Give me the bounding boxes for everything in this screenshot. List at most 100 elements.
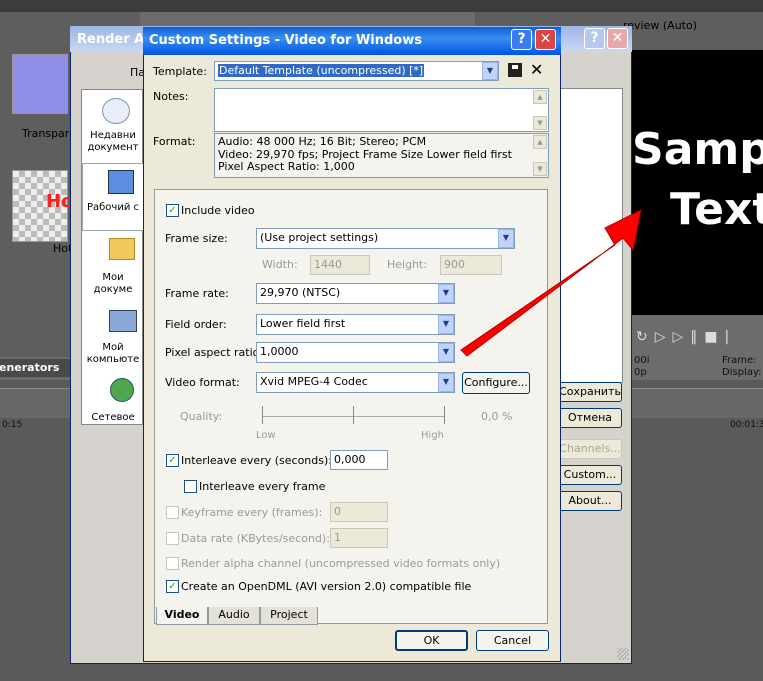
field-order-label: Field order: [165,318,227,331]
format-par-line: Pixel Aspect Ratio: 1,000 [218,160,355,173]
interleave-input[interactable]: 0,000 [330,450,388,470]
chevron-down-icon: ▼ [438,373,454,392]
video-format-label: Video format: [165,376,240,389]
pixel-aspect-label: Pixel aspect ratio: [165,346,264,359]
about-button[interactable]: About... [558,491,622,511]
frame-size-label: Frame size: [165,232,228,245]
quality-tick [353,406,354,424]
width-label: Width: [262,258,298,271]
configure-button[interactable]: Configure... [462,372,530,394]
render-close-button[interactable]: ✕ [607,28,628,49]
frame-rate-label: Frame rate: [165,287,229,300]
place-desktop[interactable]: Рабочий с [82,202,144,214]
include-video-label: Include video [181,204,255,217]
preview-text-line2: Text [670,184,763,235]
ruler-time-left: 0:15 [2,420,23,430]
network-icon [110,378,134,402]
format-label: Format: [153,135,196,148]
width-input[interactable]: 1440 [310,255,370,275]
red-arrow-shape [460,209,642,357]
generator-thumb-hot[interactable]: Ho [12,170,73,242]
video-format-dropdown[interactable]: Xvid MPEG-4 Codec ▼ [256,372,455,393]
chevron-down-icon: ▼ [438,315,454,334]
generator-label-transparent: Transpare [22,127,76,140]
frame-rate-dropdown[interactable]: 29,970 (NTSC) ▼ [256,283,455,304]
quality-low-label: Low [256,430,276,441]
include-video-checkbox[interactable]: ✓ [166,204,179,217]
media-generators-tab[interactable]: enerators [0,359,70,377]
help-button[interactable]: ? [511,29,532,50]
generator-thumb-transparent[interactable] [12,54,68,114]
save-button[interactable]: Сохранить [558,382,622,402]
my-computer-icon [109,310,137,332]
render-alpha-checkbox[interactable] [166,557,179,570]
custom-settings-title: Custom Settings - Video for Windows [149,33,422,48]
tab-audio[interactable]: Audio [208,607,260,625]
keyframe-checkbox[interactable] [166,506,179,519]
data-rate-input[interactable]: 1 [330,528,388,548]
quality-label: Quality: [180,410,223,423]
interleave-frame-label: Interleave every frame [199,480,326,493]
interleave-checkbox[interactable]: ✓ [166,454,179,467]
display-label: Display: [722,367,762,378]
render-alpha-label: Render alpha channel (uncompressed video… [181,557,501,570]
render-help-button[interactable]: ? [584,28,605,49]
transport-controls: ↻▷▷‖■| 00i 0p Frame: Display: [632,315,763,380]
places-bar: Недавни документ Рабочий с Мои докуме Мо… [81,89,146,425]
chevron-down-icon: ▼ [438,343,454,362]
custom-settings-titlebar: Custom Settings - Video for Windows [143,27,561,55]
tab-project[interactable]: Project [260,607,318,625]
transport-icons[interactable]: ↻▷▷‖■| [636,329,736,345]
format-scroll-down-icon[interactable]: ▼ [533,162,547,176]
data-rate-checkbox[interactable] [166,532,179,545]
place-recent[interactable]: Недавни документ [82,130,144,154]
format-info: Audio: 48 000 Hz; 16 Bit; Stereo; PCM Vi… [214,133,549,178]
display-value: 0p [634,367,647,378]
app-toolbar [0,0,763,12]
place-my-documents[interactable]: Мои докуме [82,272,144,296]
place-network[interactable]: Сетевое [82,412,144,424]
close-button[interactable]: ✕ [535,29,556,50]
chevron-down-icon: ▼ [438,284,454,303]
delete-template-icon[interactable]: ✕ [530,60,543,79]
format-scroll-up-icon[interactable]: ▲ [533,135,547,149]
preview-text-line1: Samp [632,124,763,175]
desktop-icon [108,170,134,194]
keyframe-input[interactable]: 0 [330,502,388,522]
recent-documents-icon [102,98,130,124]
template-label: Template: [153,65,207,78]
template-value: Default Template (uncompressed) [*] [218,64,425,77]
quality-tick [262,406,263,424]
notes-scroll-up-icon[interactable]: ▲ [533,90,547,104]
notes-textarea[interactable]: ▲ ▼ [214,88,549,132]
field-order-dropdown[interactable]: Lower field first ▼ [256,314,455,335]
tab-video[interactable]: Video [156,607,208,625]
red-arrow-annotation [460,209,642,357]
my-documents-icon [109,238,135,260]
render-cancel-button[interactable]: Отмена [558,408,622,428]
place-my-computer[interactable]: Мой компьюте [82,342,144,366]
preview-mode-label[interactable]: review (Auto) [623,19,697,32]
cancel-button[interactable]: Cancel [476,630,549,651]
channels-button[interactable]: Channels... [558,439,622,459]
save-template-icon[interactable] [508,63,522,77]
notes-label: Notes: [153,90,189,103]
notes-scroll-down-icon[interactable]: ▼ [533,116,547,130]
video-preview: Samp Text [632,50,763,315]
interleave-frame-checkbox[interactable] [184,480,197,493]
render-as-title: Render As [77,32,152,47]
data-rate-label: Data rate (KBytes/second): [181,532,330,545]
height-label: Height: [387,258,428,271]
template-dropdown[interactable]: Default Template (uncompressed) [*] ▼ [214,61,499,81]
opendml-label: Create an OpenDML (AVI version 2.0) comp… [181,580,472,593]
resize-grip-icon[interactable] [617,648,629,660]
pixel-aspect-dropdown[interactable]: 1,0000 ▼ [256,342,455,363]
custom-button[interactable]: Custom... [558,465,622,485]
quality-value: 0,0 % [481,410,513,423]
ok-button[interactable]: OK [395,630,468,651]
ruler-time-right: 00:01:30 [730,420,763,430]
interleave-label: Interleave every (seconds): [181,454,332,467]
quality-high-label: High [421,430,444,441]
opendml-checkbox[interactable]: ✓ [166,580,179,593]
quality-tick [444,406,445,424]
